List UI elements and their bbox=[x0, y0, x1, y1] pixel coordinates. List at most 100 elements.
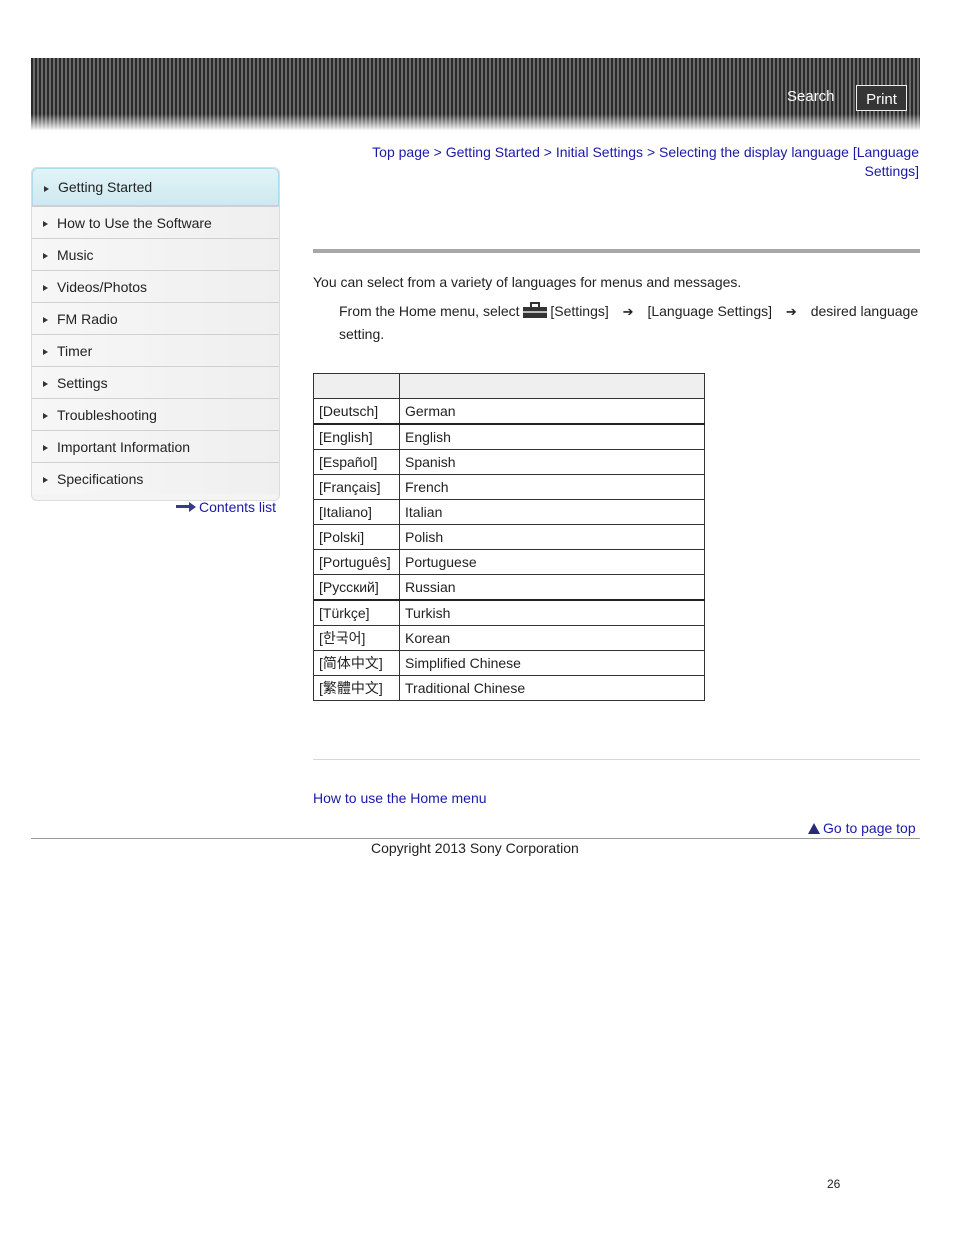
step-settings: [Settings] bbox=[550, 303, 609, 319]
triangle-right-icon bbox=[43, 221, 48, 227]
go-to-page-top-link[interactable]: Go to page top bbox=[808, 820, 916, 836]
table-row: [Polski] Polish bbox=[313, 524, 705, 550]
copyright-text: Copyright 2013 Sony Corporation bbox=[371, 840, 579, 856]
language-name-cell: Turkish bbox=[399, 599, 705, 626]
sidebar-item-fm-radio[interactable]: FM Radio bbox=[32, 302, 279, 334]
language-name-cell: Korean bbox=[399, 625, 705, 651]
breadcrumb-current-page[interactable]: Selecting the display language [Language… bbox=[659, 144, 919, 179]
language-option-cell: [English] bbox=[313, 423, 400, 450]
language-table: [Deutsch] German [English] English [Español]… bbox=[313, 373, 705, 701]
language-name-cell: English bbox=[399, 423, 705, 450]
sidebar-item-settings[interactable]: Settings bbox=[32, 366, 279, 398]
go-top-label: Go to page top bbox=[823, 820, 916, 836]
toolbox-settings-icon bbox=[523, 302, 548, 318]
step-prefix: From the Home menu, select bbox=[339, 303, 520, 319]
sidebar-item-getting-started[interactable]: Getting Started bbox=[32, 168, 279, 206]
table-row: [Italiano] Italian bbox=[313, 499, 705, 525]
related-link-home-menu[interactable]: How to use the Home menu bbox=[313, 790, 487, 806]
language-name-cell: Russian bbox=[399, 574, 705, 601]
sidebar-item-specifications[interactable]: Specifications bbox=[32, 462, 279, 494]
table-row: [Deutsch] German bbox=[313, 398, 705, 425]
sidebar-item-label: Important Information bbox=[57, 438, 191, 455]
table-header-row bbox=[313, 373, 705, 399]
sidebar-item-how-to-use-software[interactable]: How to Use the Software bbox=[32, 206, 279, 238]
triangle-right-icon bbox=[43, 285, 48, 291]
arrow-right-icon: ➔ bbox=[785, 304, 797, 319]
table-row: [Español] Spanish bbox=[313, 449, 705, 475]
language-option-cell: [한국어] bbox=[313, 625, 400, 651]
contents-list-link[interactable]: Contents list bbox=[176, 499, 276, 515]
language-option-cell: [Español] bbox=[313, 449, 400, 475]
table-row: [Français] French bbox=[313, 474, 705, 500]
page-number: 26 bbox=[827, 1177, 841, 1191]
breadcrumb-separator: > bbox=[433, 144, 442, 160]
sidebar-item-music[interactable]: Music bbox=[32, 238, 279, 270]
sidebar-item-timer[interactable]: Timer bbox=[32, 334, 279, 366]
table-row: [简体中文] Simplified Chinese bbox=[313, 650, 705, 676]
intro-text: You can select from a variety of languag… bbox=[313, 274, 742, 290]
triangle-right-icon bbox=[43, 381, 48, 387]
language-name-cell: Simplified Chinese bbox=[399, 650, 705, 676]
contents-list-label: Contents list bbox=[199, 499, 277, 515]
triangle-right-icon bbox=[43, 413, 48, 419]
table-row: [繁體中文] Traditional Chinese bbox=[313, 675, 705, 701]
sidebar-item-label: Timer bbox=[57, 342, 93, 359]
sidebar-nav: Getting Started How to Use the Software … bbox=[31, 167, 280, 501]
triangle-right-icon bbox=[43, 445, 48, 451]
sidebar-item-important-information[interactable]: Important Information bbox=[32, 430, 279, 462]
breadcrumb-top-page[interactable]: Top page bbox=[372, 144, 430, 160]
language-name-cell: Traditional Chinese bbox=[399, 675, 705, 701]
triangle-up-icon bbox=[808, 822, 820, 834]
sidebar-item-troubleshooting[interactable]: Troubleshooting bbox=[32, 398, 279, 430]
language-option-cell: [Polski] bbox=[313, 524, 400, 550]
language-name-cell: Portuguese bbox=[399, 549, 705, 575]
language-name-cell: Polish bbox=[399, 524, 705, 550]
triangle-right-icon bbox=[44, 185, 49, 192]
table-row: [Português] Portuguese bbox=[313, 549, 705, 575]
breadcrumb: Top page > Getting Started > Initial Set… bbox=[350, 143, 919, 181]
step-instruction: From the Home menu, select [Settings] ➔ … bbox=[339, 300, 919, 345]
triangle-right-icon bbox=[43, 477, 48, 483]
table-header-cell bbox=[399, 373, 705, 399]
sidebar-item-label: Music bbox=[57, 246, 94, 263]
language-name-cell: Spanish bbox=[399, 449, 705, 475]
print-button[interactable]: Print bbox=[856, 85, 907, 111]
table-header-cell bbox=[313, 373, 400, 399]
sidebar-item-label: Getting Started bbox=[58, 179, 153, 195]
language-name-cell: Italian bbox=[399, 499, 705, 525]
sidebar-item-label: Specifications bbox=[57, 470, 144, 487]
triangle-right-icon bbox=[43, 253, 48, 259]
breadcrumb-separator: > bbox=[646, 144, 656, 160]
step-language-settings: [Language Settings] bbox=[647, 303, 773, 319]
language-option-cell: [简体中文] bbox=[313, 650, 400, 676]
language-name-cell: German bbox=[399, 398, 705, 425]
table-row: [Русский] Russian bbox=[313, 574, 705, 601]
sidebar-item-label: FM Radio bbox=[57, 310, 118, 327]
breadcrumb-getting-started[interactable]: Getting Started bbox=[446, 144, 540, 160]
language-option-cell: [Deutsch] bbox=[313, 398, 400, 425]
breadcrumb-initial-settings[interactable]: Initial Settings bbox=[556, 144, 643, 160]
language-option-cell: [Français] bbox=[313, 474, 400, 500]
sidebar-item-videos-photos[interactable]: Videos/Photos bbox=[32, 270, 279, 302]
content-divider bbox=[313, 759, 920, 760]
language-option-cell: [繁體中文] bbox=[313, 675, 400, 701]
table-row: [English] English bbox=[313, 423, 705, 450]
language-option-cell: [Русский] bbox=[313, 574, 400, 601]
triangle-right-icon bbox=[43, 317, 48, 323]
triangle-right-icon bbox=[43, 349, 48, 355]
sidebar-item-label: Troubleshooting bbox=[57, 406, 157, 423]
sidebar-item-label: Settings bbox=[57, 374, 108, 391]
language-option-cell: [Português] bbox=[313, 549, 400, 575]
breadcrumb-separator: > bbox=[543, 144, 552, 160]
footer-divider bbox=[31, 838, 920, 839]
table-row: [Türkçe] Turkish bbox=[313, 599, 705, 626]
title-divider bbox=[313, 249, 920, 253]
sidebar-item-label: How to Use the Software bbox=[57, 214, 212, 231]
arrow-right-icon: ➔ bbox=[622, 304, 634, 319]
sidebar-item-label: Videos/Photos bbox=[57, 278, 148, 295]
search-link[interactable]: Search bbox=[787, 88, 835, 105]
language-option-cell: [Türkçe] bbox=[313, 599, 400, 626]
table-row: [한국어] Korean bbox=[313, 625, 705, 651]
arrow-right-icon bbox=[176, 502, 196, 512]
language-name-cell: French bbox=[399, 474, 705, 500]
